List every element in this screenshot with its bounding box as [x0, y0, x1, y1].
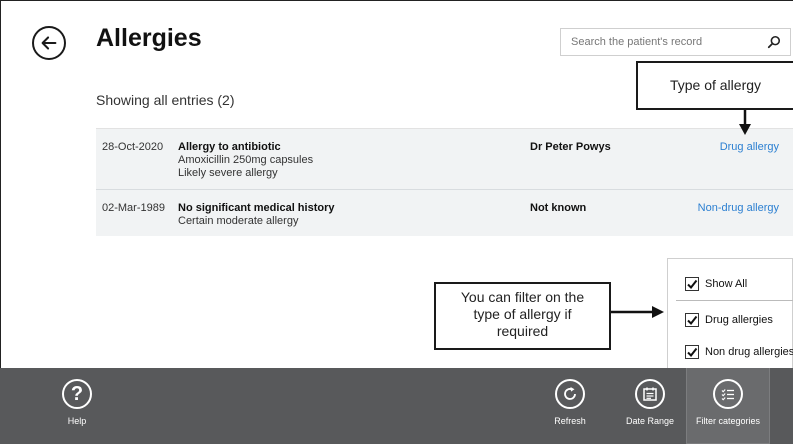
- type-of-allergy-callout: Type of allergy: [636, 61, 793, 110]
- help-button[interactable]: ? Help: [60, 368, 94, 444]
- allergy-table: 28-Oct-2020 Allergy to antibiotic Amoxic…: [96, 128, 793, 236]
- entry-detail: Certain moderate allergy: [178, 215, 299, 227]
- checkbox-checked[interactable]: [685, 277, 699, 291]
- filter-categories-panel: Show All Drug allergies Non drug allergi…: [667, 258, 793, 378]
- entry-clinician: Dr Peter Powys: [530, 141, 611, 153]
- refresh-label: Refresh: [554, 416, 586, 426]
- table-row[interactable]: 02-Mar-1989 No significant medical histo…: [96, 190, 793, 236]
- entry-date: 28-Oct-2020: [102, 141, 164, 153]
- search-input[interactable]: [561, 29, 761, 55]
- drug-allergies-label: Drug allergies: [705, 314, 773, 326]
- drug-allergies-checkbox[interactable]: Drug allergies: [685, 312, 773, 328]
- help-label: Help: [67, 416, 87, 426]
- filter-hint-callout: You can filter on the type of allergy if…: [434, 282, 611, 350]
- arrow-left-icon: [41, 36, 57, 50]
- filter-categories-button[interactable]: Filter categories: [686, 368, 770, 444]
- calendar-icon: [635, 379, 665, 409]
- bottom-app-bar: ? Help Refresh Date Range Filter categor…: [0, 368, 793, 444]
- filter-hint-line: You can filter on the: [460, 289, 585, 305]
- entry-title: Allergy to antibiotic: [178, 141, 281, 153]
- filter-hint-line: type of allergy if: [473, 306, 572, 322]
- entry-detail: Amoxicillin 250mg capsules: [178, 154, 314, 166]
- page-title: Allergies: [96, 24, 202, 52]
- filter-list-icon: [713, 379, 743, 409]
- checkmark-icon: [687, 315, 698, 326]
- filter-callout-arrowhead: [652, 306, 664, 318]
- entries-count-label: Showing all entries (2): [96, 92, 235, 108]
- entry-date: 02-Mar-1989: [102, 202, 165, 214]
- entry-type-link[interactable]: Non-drug allergy: [698, 202, 779, 214]
- entry-type-link[interactable]: Drug allergy: [720, 141, 779, 153]
- search-box[interactable]: [560, 28, 791, 56]
- frame-top-edge: [0, 0, 793, 1]
- entry-detail: Likely severe allergy: [178, 167, 278, 179]
- refresh-icon: [555, 379, 585, 409]
- entry-clinician: Not known: [530, 202, 587, 214]
- back-button[interactable]: [32, 26, 66, 60]
- date-range-button[interactable]: Date Range: [618, 368, 682, 444]
- search-icon[interactable]: [767, 35, 781, 49]
- help-icon: ?: [62, 379, 92, 409]
- filter-divider: [676, 300, 793, 301]
- checkbox-checked[interactable]: [685, 313, 699, 327]
- filter-hint-line: required: [496, 323, 549, 339]
- checkmark-icon: [687, 347, 698, 358]
- checkmark-icon: [687, 279, 698, 290]
- non-drug-allergies-checkbox[interactable]: Non drug allergies: [685, 344, 793, 360]
- checkbox-checked[interactable]: [685, 345, 699, 359]
- non-drug-allergies-label: Non drug allergies: [705, 346, 793, 358]
- show-all-checkbox[interactable]: Show All: [685, 276, 747, 292]
- entry-title: No significant medical history: [178, 202, 335, 214]
- date-range-label: Date Range: [625, 416, 675, 426]
- table-row[interactable]: 28-Oct-2020 Allergy to antibiotic Amoxic…: [96, 128, 793, 190]
- entry-description: No significant medical history Certain m…: [178, 202, 334, 228]
- show-all-label: Show All: [705, 278, 748, 290]
- refresh-button[interactable]: Refresh: [548, 368, 592, 444]
- entry-description: Allergy to antibiotic Amoxicillin 250mg …: [178, 141, 313, 180]
- filter-categories-label: Filter categories: [695, 416, 761, 426]
